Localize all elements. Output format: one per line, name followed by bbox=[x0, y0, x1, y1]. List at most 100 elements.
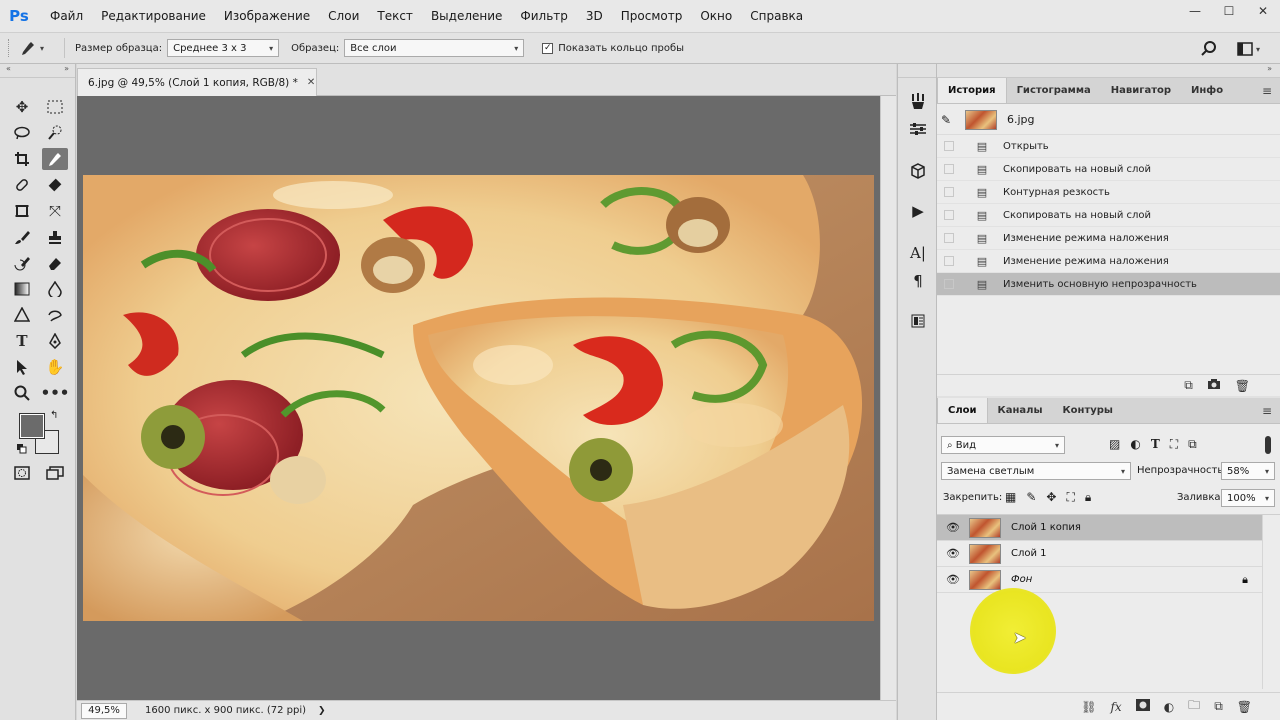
layer-name[interactable]: Слой 1 bbox=[1011, 548, 1047, 559]
sample-select[interactable]: Все слои ▾ bbox=[344, 39, 525, 57]
history-step[interactable]: ▤ Открыть bbox=[937, 135, 1280, 158]
lock-transparency-icon[interactable]: ▦ bbox=[1005, 490, 1016, 505]
history-source-box[interactable] bbox=[944, 279, 954, 289]
menu-filter[interactable]: Фильтр bbox=[511, 0, 576, 32]
menu-window[interactable]: Окно bbox=[691, 0, 741, 32]
lock-position-icon[interactable]: ✥ bbox=[1046, 490, 1056, 505]
stamp-tool-icon[interactable] bbox=[42, 226, 68, 248]
history-brush-source-icon[interactable]: ✎ bbox=[941, 113, 965, 127]
history-source-box[interactable] bbox=[944, 210, 954, 220]
add-mask-icon[interactable] bbox=[1135, 699, 1150, 714]
patch-tool-icon[interactable] bbox=[42, 174, 68, 196]
filter-toggle[interactable] bbox=[1265, 436, 1271, 454]
delete-state-icon[interactable]: 🗑 bbox=[1235, 379, 1250, 393]
blend-mode-select[interactable]: Замена светлым ▾ bbox=[941, 462, 1131, 480]
history-step[interactable]: ▤ Изменение режима наложения bbox=[937, 227, 1280, 250]
transform-tool-icon[interactable]: ⤧ bbox=[42, 200, 68, 222]
menu-file[interactable]: Файл bbox=[38, 0, 92, 32]
path-pen-tool-icon[interactable] bbox=[42, 330, 68, 352]
lock-all-icon[interactable]: 🔒︎ bbox=[1085, 490, 1091, 505]
menu-3d[interactable]: 3D bbox=[577, 0, 612, 32]
history-snapshot[interactable]: ✎ 6.jpg bbox=[937, 105, 1280, 135]
menu-image[interactable]: Изображение bbox=[215, 0, 319, 32]
tab-navigator[interactable]: Навигатор bbox=[1101, 78, 1181, 103]
visibility-eye-icon[interactable]: 👁︎ bbox=[937, 547, 969, 560]
history-step-selected[interactable]: ▤ Изменить основную непрозрачность bbox=[937, 273, 1280, 296]
show-ring-checkbox[interactable]: ✓ bbox=[542, 42, 554, 54]
filter-adjustment-icon[interactable]: ◐ bbox=[1130, 437, 1140, 452]
maximize-button[interactable]: ☐ bbox=[1212, 0, 1246, 22]
history-source-box[interactable] bbox=[944, 187, 954, 197]
tab-channels[interactable]: Каналы bbox=[988, 398, 1053, 423]
pen-tool-icon[interactable] bbox=[42, 304, 68, 326]
tab-history[interactable]: История bbox=[937, 78, 1007, 103]
frame-tool-icon[interactable] bbox=[9, 200, 35, 222]
dock-grip[interactable] bbox=[898, 64, 936, 78]
path-selection-tool-icon[interactable] bbox=[9, 356, 35, 378]
lasso-tool-icon[interactable] bbox=[9, 122, 35, 144]
history-source-box[interactable] bbox=[944, 141, 954, 151]
adjustments-icon[interactable] bbox=[905, 116, 931, 142]
eyedropper-tool-icon[interactable] bbox=[42, 148, 68, 170]
show-ring-toggle[interactable]: ✓ Показать кольцо пробы bbox=[542, 42, 689, 54]
hand-tool-icon[interactable]: ✋ bbox=[42, 356, 68, 378]
panel-menu-icon[interactable]: ≡ bbox=[1262, 84, 1272, 98]
more-tools-icon[interactable]: ••• bbox=[41, 382, 70, 404]
status-menu-icon[interactable]: ❯ bbox=[318, 706, 326, 716]
zoom-tool-icon[interactable] bbox=[9, 382, 35, 404]
filter-smart-object-icon[interactable]: ⧉ bbox=[1188, 437, 1197, 452]
lock-artboard-icon[interactable]: ⛶ bbox=[1066, 490, 1074, 505]
filter-type-icon[interactable]: T bbox=[1151, 437, 1160, 452]
filter-pixel-icon[interactable]: ▨ bbox=[1109, 437, 1120, 452]
panel-menu-icon[interactable]: ≡ bbox=[1262, 404, 1272, 418]
tab-histogram[interactable]: Гистограмма bbox=[1007, 78, 1101, 103]
visibility-eye-icon[interactable]: 👁︎ bbox=[937, 573, 969, 586]
layer-name[interactable]: Фон bbox=[1011, 574, 1032, 585]
history-source-box[interactable] bbox=[944, 164, 954, 174]
new-snapshot-icon[interactable] bbox=[1207, 378, 1221, 393]
play-actions-icon[interactable]: ▶ bbox=[905, 198, 931, 224]
eraser-tool-icon[interactable] bbox=[42, 252, 68, 274]
crop-tool-icon[interactable] bbox=[9, 148, 35, 170]
fill-field[interactable]: 100% ▾ bbox=[1221, 489, 1275, 507]
blur-tool-icon[interactable] bbox=[42, 278, 68, 300]
layer-row[interactable]: 👁︎ Фон 🔒︎ bbox=[937, 567, 1262, 593]
layer-name[interactable]: Слой 1 копия bbox=[1011, 522, 1081, 533]
layer-row[interactable]: 👁︎ Слой 1 bbox=[937, 541, 1262, 567]
move-tool-icon[interactable]: ✥ bbox=[9, 96, 35, 118]
opacity-field[interactable]: 58% ▾ bbox=[1221, 462, 1275, 480]
visibility-eye-icon[interactable]: 👁︎ bbox=[937, 521, 969, 534]
menu-view[interactable]: Просмотр bbox=[612, 0, 692, 32]
minimize-button[interactable]: — bbox=[1178, 0, 1212, 22]
history-brush-tool-icon[interactable] bbox=[9, 252, 35, 274]
default-colors-icon[interactable] bbox=[17, 444, 27, 454]
brush-tool-icon[interactable] bbox=[9, 226, 35, 248]
toolbox-grip[interactable]: «» bbox=[0, 64, 75, 78]
new-document-from-state-icon[interactable]: ⧉ bbox=[1184, 378, 1193, 393]
menu-select[interactable]: Выделение bbox=[422, 0, 511, 32]
3d-cube-icon[interactable] bbox=[905, 158, 931, 184]
foreground-color-swatch[interactable] bbox=[19, 413, 45, 439]
menu-edit[interactable]: Редактирование bbox=[92, 0, 215, 32]
layer-style-icon[interactable]: fx bbox=[1110, 700, 1121, 714]
quick-selection-tool-icon[interactable] bbox=[42, 122, 68, 144]
history-step[interactable]: ▤ Скопировать на новый слой bbox=[937, 204, 1280, 227]
filter-shape-icon[interactable]: ⛶ bbox=[1170, 437, 1178, 452]
delete-layer-icon[interactable]: 🗑 bbox=[1237, 700, 1252, 714]
new-layer-icon[interactable]: ⧉ bbox=[1214, 699, 1223, 714]
history-step[interactable]: ▤ Скопировать на новый слой bbox=[937, 158, 1280, 181]
history-step[interactable]: ▤ Контурная резкость bbox=[937, 181, 1280, 204]
workspace-icon[interactable]: ▾ bbox=[1237, 41, 1265, 57]
new-adjustment-layer-icon[interactable]: ◐ bbox=[1164, 700, 1174, 714]
history-source-box[interactable] bbox=[944, 256, 954, 266]
eyedropper-tool-preset-icon[interactable]: ▾ bbox=[20, 40, 58, 56]
layer-filter-select[interactable]: ⌕ Вид ▾ bbox=[941, 436, 1065, 454]
type-tool-icon[interactable]: T bbox=[9, 330, 35, 352]
close-window-button[interactable]: ✕ bbox=[1246, 0, 1280, 22]
canvas-scrollbar[interactable] bbox=[880, 96, 896, 700]
tab-paths[interactable]: Контуры bbox=[1053, 398, 1123, 423]
screen-mode-icon[interactable] bbox=[42, 462, 68, 484]
layer-row[interactable]: 👁︎ Слой 1 копия bbox=[937, 515, 1262, 541]
tab-layers[interactable]: Слои bbox=[937, 398, 988, 423]
character-icon[interactable]: A| bbox=[905, 240, 931, 266]
